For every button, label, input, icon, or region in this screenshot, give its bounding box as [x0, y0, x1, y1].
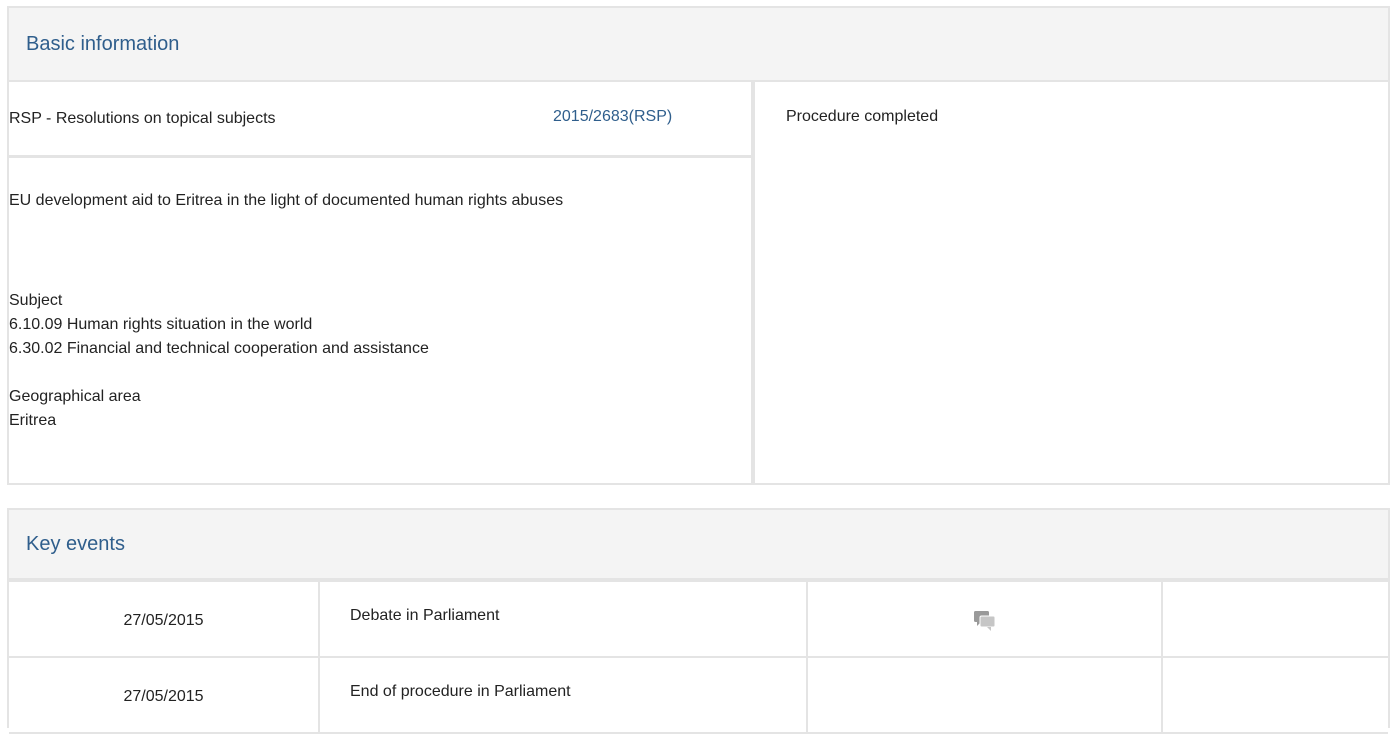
procedure-details: EU development aid to Eritrea in the lig…: [9, 158, 751, 483]
event-date: 27/05/2015: [9, 580, 320, 658]
procedure-type: RSP - Resolutions on topical subjects: [9, 110, 276, 127]
subject-item: 6.30.02 Financial and technical cooperat…: [9, 340, 429, 357]
event-date: 27/05/2015: [9, 656, 320, 734]
key-events-header: Key events: [9, 510, 1388, 580]
geographical-area-section: Geographical area Eritrea: [9, 385, 141, 433]
basic-information-right-column: Procedure completed: [755, 82, 1388, 483]
event-extra-cell: [1161, 656, 1388, 734]
table-row: 27/05/2015 Debate in Parliament: [9, 580, 1388, 658]
debate-icon[interactable]: [972, 608, 998, 634]
geographical-area-value: Eritrea: [9, 412, 57, 429]
event-document-cell: [806, 580, 1163, 658]
procedure-type-row: RSP - Resolutions on topical subjects 20…: [9, 82, 751, 158]
subject-section: Subject 6.10.09 Human rights situation i…: [9, 289, 429, 361]
key-events-panel: Key events 27/05/2015 Debate in Parliame…: [7, 508, 1390, 734]
event-description: End of procedure in Parliament: [318, 656, 808, 734]
basic-information-body: RSP - Resolutions on topical subjects 20…: [9, 82, 1388, 483]
subject-label: Subject: [9, 292, 63, 309]
key-events-table: 27/05/2015 Debate in Parliament 27/05/20…: [9, 580, 1388, 734]
table-row: 27/05/2015 End of procedure in Parliamen…: [9, 656, 1388, 734]
procedure-title: EU development aid to Eritrea in the lig…: [9, 192, 564, 209]
basic-information-header: Basic information: [9, 8, 1388, 82]
geographical-area-label: Geographical area: [9, 388, 141, 405]
basic-information-left-column: RSP - Resolutions on topical subjects 20…: [9, 82, 755, 483]
procedure-reference-link[interactable]: 2015/2683(RSP): [553, 108, 672, 126]
basic-information-panel: Basic information RSP - Resolutions on t…: [7, 6, 1390, 485]
event-description: Debate in Parliament: [318, 580, 808, 658]
subject-item: 6.10.09 Human rights situation in the wo…: [9, 316, 313, 333]
event-document-cell: [806, 656, 1163, 734]
event-extra-cell: [1161, 580, 1388, 658]
procedure-status: Procedure completed: [786, 108, 939, 125]
